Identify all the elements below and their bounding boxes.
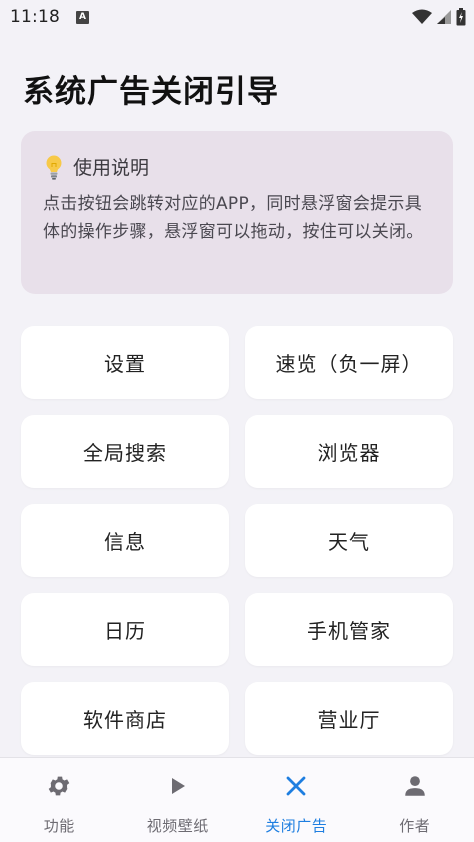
phone-manager-button[interactable]: 手机管家 — [245, 593, 453, 666]
nav-item-video-wallpaper[interactable]: 视频壁纸 — [119, 758, 238, 842]
close-icon — [282, 772, 310, 800]
cellular-signal-icon — [437, 10, 451, 24]
calendar-button[interactable]: 日历 — [21, 593, 229, 666]
status-time: 11:18 — [10, 7, 60, 27]
gear-icon — [45, 772, 73, 800]
app-button-grid: 设置 速览（负一屏） 全局搜索 浏览器 信息 天气 日历 手机管家 软件商店 营… — [21, 326, 453, 755]
messages-button[interactable]: 信息 — [21, 504, 229, 577]
usage-info-card: 使用说明 点击按钮会跳转对应的APP，同时悬浮窗会提示具体的操作步骤，悬浮窗可以… — [21, 131, 453, 294]
app-store-button[interactable]: 软件商店 — [21, 682, 229, 755]
status-indicators — [412, 8, 466, 26]
browser-button[interactable]: 浏览器 — [245, 415, 453, 488]
nav-item-close-ads[interactable]: 关闭广告 — [237, 758, 356, 842]
global-search-button[interactable]: 全局搜索 — [21, 415, 229, 488]
quick-view-button[interactable]: 速览（负一屏） — [245, 326, 453, 399]
play-icon — [164, 772, 192, 800]
nav-item-features[interactable]: 功能 — [0, 758, 119, 842]
nav-item-author[interactable]: 作者 — [356, 758, 474, 842]
page-title: 系统广告关闭引导 — [23, 74, 279, 110]
weather-button[interactable]: 天气 — [245, 504, 453, 577]
info-body: 点击按钮会跳转对应的APP，同时悬浮窗会提示具体的操作步骤，悬浮窗可以拖动，按住… — [43, 194, 424, 242]
status-bar: 11:18 A — [0, 0, 474, 34]
nav-label: 视频壁纸 — [146, 817, 209, 835]
lightbulb-icon — [46, 155, 62, 180]
bottom-nav: 功能 视频壁纸 关闭广告 作者 — [0, 757, 474, 842]
info-title: 使用说明 — [73, 157, 150, 179]
nav-label: 关闭广告 — [265, 817, 328, 835]
wifi-icon — [412, 9, 432, 24]
nav-label: 功能 — [43, 817, 75, 835]
service-hall-button[interactable]: 营业厅 — [245, 682, 453, 755]
battery-icon — [456, 8, 466, 26]
notification-a-icon: A — [76, 10, 89, 24]
person-icon — [401, 772, 429, 800]
nav-label: 作者 — [399, 817, 431, 835]
info-header: 使用说明 — [43, 153, 433, 180]
settings-button[interactable]: 设置 — [21, 326, 229, 399]
